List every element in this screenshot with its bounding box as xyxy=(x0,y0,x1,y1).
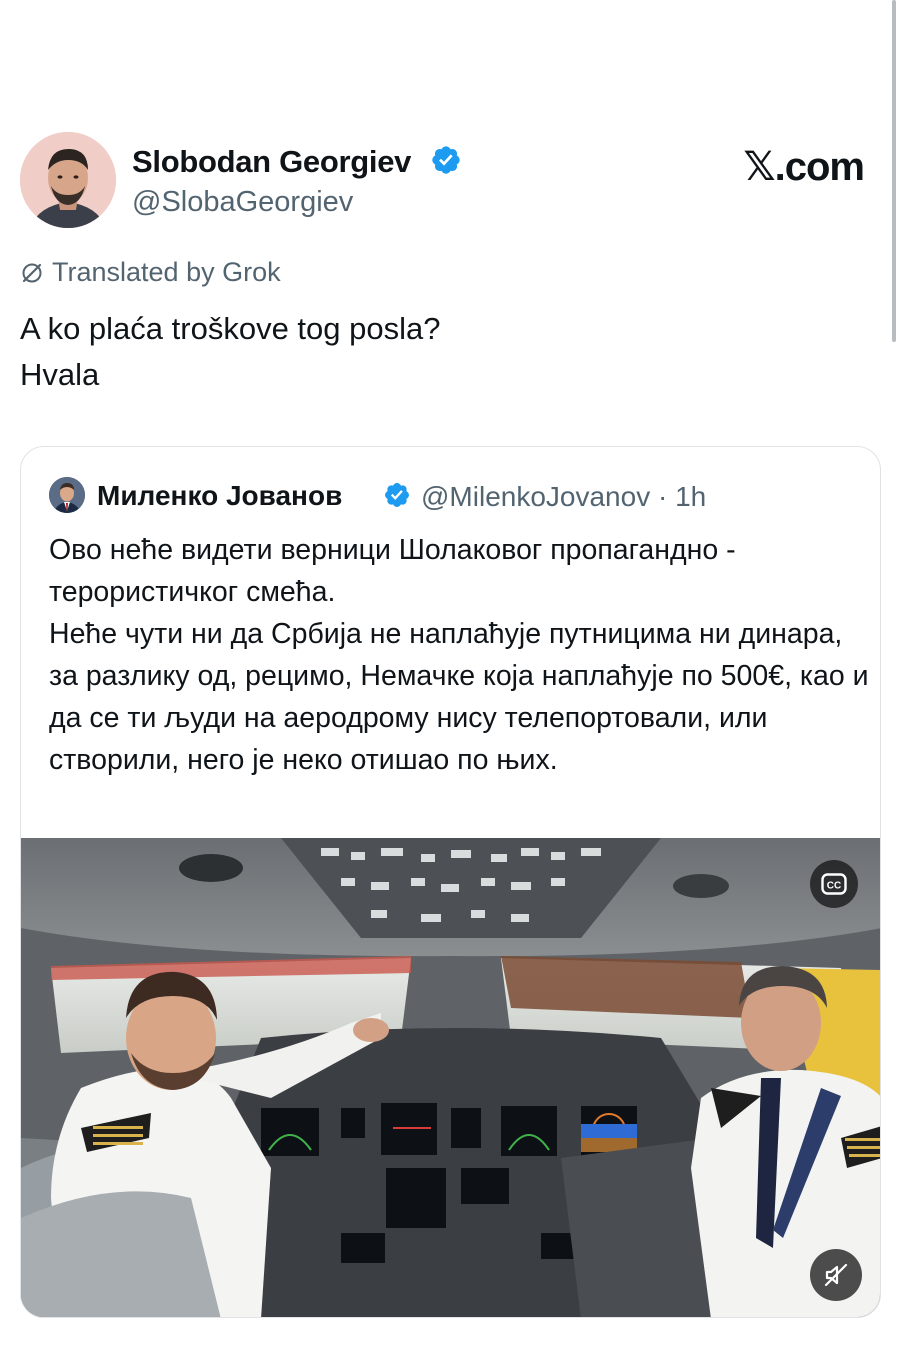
tweet-line: A ko plaća troškove tog posla? xyxy=(20,311,441,346)
mute-icon xyxy=(824,1263,848,1287)
scrollbar[interactable] xyxy=(892,0,896,342)
translated-by-grok[interactable]: Translated by Grok xyxy=(20,257,281,288)
cc-icon: CC xyxy=(821,873,847,895)
avatar[interactable] xyxy=(20,132,116,228)
verified-badge-icon xyxy=(432,146,460,174)
quoted-paragraph: Ово неће видети верници Шолаковог пропаг… xyxy=(49,534,736,608)
author-handle[interactable]: @SlobaGeorgiev xyxy=(132,186,353,219)
tweet-text: A ko plaća troškove tog posla? Hvala xyxy=(20,306,880,398)
translated-label: Translated by Grok xyxy=(52,257,281,287)
quoted-author-handle[interactable]: @MilenkoJovanov · 1h xyxy=(421,481,706,513)
cc-label: CC xyxy=(827,881,841,892)
verified-badge-icon xyxy=(385,483,409,507)
author-name[interactable]: Slobodan Georgiev xyxy=(132,144,411,180)
quoted-paragraph: Неће чути ни да Србија не наплаћује путн… xyxy=(49,618,869,776)
cockpit-video-frame xyxy=(21,838,880,1317)
quoted-avatar[interactable] xyxy=(49,477,85,513)
tweet-line: Hvala xyxy=(20,357,100,392)
quoted-tweet-text: Ово неће видети верници Шолаковог пропаг… xyxy=(49,529,869,781)
quoted-author-name[interactable]: Миленко Јованов xyxy=(97,480,342,512)
brand-logo: 𝕏.com xyxy=(743,145,865,189)
captions-button[interactable]: CC xyxy=(810,860,858,908)
mute-button[interactable] xyxy=(810,1249,862,1301)
grok-icon xyxy=(22,263,42,282)
quoted-tweet[interactable]: Миленко Јованов @MilenkoJovanov · 1h Ово… xyxy=(20,446,881,1318)
video-player[interactable]: CC xyxy=(21,838,880,1317)
tweet-header: Slobodan Georgiev @SlobaGeorgiev 𝕏.com xyxy=(20,132,880,232)
